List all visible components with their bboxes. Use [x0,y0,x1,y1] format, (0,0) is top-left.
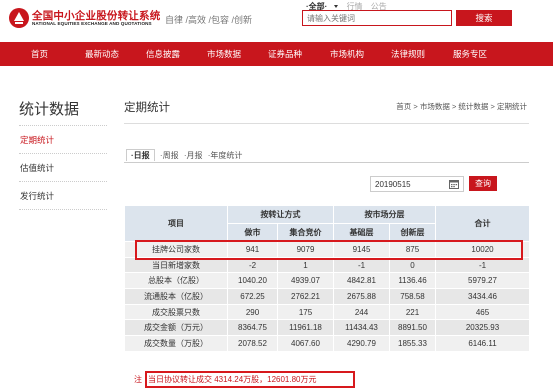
breadcrumb: 首页 > 市场数据 > 统计数据 > 定期统计 [396,101,527,112]
table-row: 流通股本（亿股） 672.25 2762.21 2675.88 758.58 3… [124,288,530,305]
row-label: 成交金额（万元） [124,319,228,337]
table-cell: 465 [435,303,530,321]
logo-text-en: NATIONAL EQUITIES EXCHANGE AND QUOTATION… [32,21,152,26]
row-label: 成交数量（万股） [124,335,228,352]
col-header-auction: 集合竞价 [277,223,334,242]
table-cell: 3434.46 [435,288,530,305]
col-header-innovation-tier: 创新层 [389,223,436,242]
table-cell: 1040.20 [227,272,278,290]
tab-daily[interactable]: ·日报 [126,149,155,161]
tabs-divider [124,162,529,163]
report-tabs: ·日报 ·周报 ·月报 ·年度统计 [126,149,245,161]
table-cell: 175 [277,303,334,321]
calendar-icon[interactable] [449,179,459,189]
site-header: 全国中小企业股份转让系统 NATIONAL EQUITIES EXCHANGE … [0,0,553,36]
highlight-box-listed-companies [135,240,523,260]
logo-icon[interactable] [8,7,30,29]
tab-weekly[interactable]: ·周报 [160,151,179,160]
highlight-box-footnote [145,371,355,388]
sidebar-item-valuation-stats[interactable]: 估值统计 [20,162,54,174]
table-cell: 4067.60 [277,335,334,352]
nav-item-rules[interactable]: 法律规则 [391,42,425,66]
nav-item-market-data[interactable]: 市场数据 [207,42,241,66]
table-cell: 11961.18 [277,319,334,337]
table-cell: 4939.07 [277,272,334,290]
table-cell: 4290.79 [333,335,390,352]
sidebar-title: 统计数据 [19,101,80,118]
sidebar-divider [19,153,107,154]
search-button[interactable]: 搜索 [456,10,512,26]
nav-item-institutions[interactable]: 市场机构 [330,42,364,66]
table-row: 总股本（亿股） 1040.20 4939.07 4842.81 1136.46 … [124,272,530,290]
table-cell: 290 [227,303,278,321]
table-row: 成交金额（万元） 8364.75 11961.18 11434.43 8891.… [124,319,530,337]
table-cell: 221 [389,303,436,321]
chevron-down-icon[interactable] [334,5,339,9]
table-cell: 2675.88 [333,288,390,305]
col-header-item: 项目 [124,205,228,242]
row-label: 成交股票只数 [124,303,228,321]
table-cell: 672.25 [227,288,278,305]
nav-item-home[interactable]: 首页 [31,42,48,66]
table-cell: 758.58 [389,288,436,305]
breadcrumb-stats[interactable]: 统计数据 [458,102,488,111]
breadcrumb-sep: > [413,102,418,111]
row-label: 流通股本（亿股） [124,288,228,305]
col-header-base-tier: 基础层 [333,223,390,242]
table-cell: 4842.81 [333,272,390,290]
table-cell: 1855.33 [389,335,436,352]
tab-monthly[interactable]: ·月报 [184,151,203,160]
stats-table: 项目 按转让方式 按市场分层 合计 做市 集合竞价 基础层 创新层 挂牌公司家数… [124,205,530,352]
title-divider [124,123,529,124]
breadcrumb-home[interactable]: 首页 [396,102,411,111]
main-nav: 首页 最新动态 信息披露 市场数据 证券品种 市场机构 法律规则 服务专区 [0,42,553,66]
nav-item-securities[interactable]: 证券品种 [268,42,302,66]
col-header-market-tier: 按市场分层 [333,205,436,224]
search-input[interactable] [302,10,452,26]
nav-item-disclosure[interactable]: 信息披露 [146,42,180,66]
sidebar-divider [19,181,107,182]
nav-item-services[interactable]: 服务专区 [453,42,487,66]
page-title: 定期统计 [124,102,170,114]
table-cell: 1136.46 [389,272,436,290]
table-cell: 5979.27 [435,272,530,290]
table-cell: 6146.11 [435,335,530,352]
table-cell: 11434.43 [333,319,390,337]
breadcrumb-market-data[interactable]: 市场数据 [420,102,450,111]
slogan: 自律 /高效 /包容 /创新 [165,15,253,25]
sidebar-item-periodic-stats[interactable]: 定期统计 [20,134,54,146]
table-cell: 8364.75 [227,319,278,337]
table-row: 成交数量（万股） 2078.52 4067.60 4290.79 1855.33… [124,335,530,352]
table-row: 成交股票只数 290 175 244 221 465 [124,303,530,321]
col-header-total: 合计 [435,205,530,242]
query-button[interactable]: 查询 [469,176,497,191]
col-header-transfer-method: 按转让方式 [227,205,334,224]
table-cell: 2078.52 [227,335,278,352]
nav-item-news[interactable]: 最新动态 [85,42,119,66]
tab-annual[interactable]: ·年度统计 [208,151,243,160]
footnote-label: 注 [134,375,142,384]
breadcrumb-sep: > [490,102,495,111]
table-cell: 20325.93 [435,319,530,337]
table-cell: 8891.50 [389,319,436,337]
breadcrumb-current: 定期统计 [497,102,527,111]
table-cell: 2762.21 [277,288,334,305]
sidebar-divider [19,125,107,126]
col-header-market-making: 做市 [227,223,278,242]
sidebar-divider [19,209,107,210]
sidebar-item-issuance-stats[interactable]: 发行统计 [20,190,54,202]
table-cell: 244 [333,303,390,321]
breadcrumb-sep: > [451,102,457,111]
row-label: 总股本（亿股） [124,272,228,290]
